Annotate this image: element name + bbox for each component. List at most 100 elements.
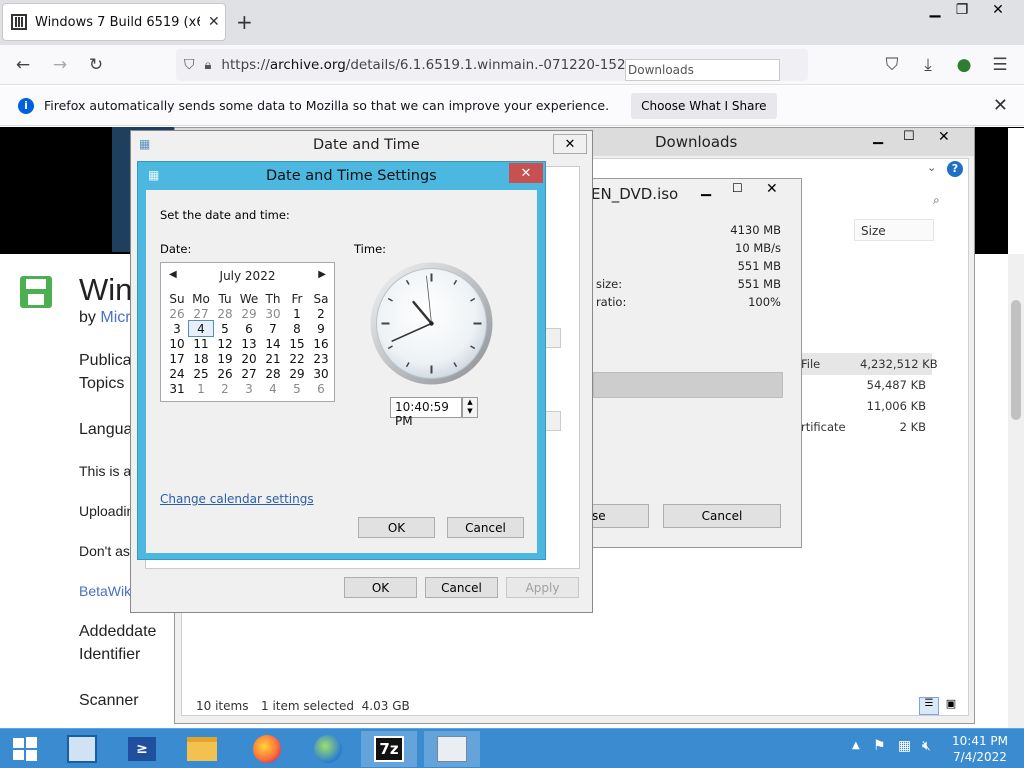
calendar-day[interactable]: 4 [261,381,285,396]
calendar-day[interactable]: 9 [309,321,333,336]
calendar-day[interactable]: 28 [213,306,237,321]
settings-ok-button[interactable]: OK [358,517,435,538]
calendar-day[interactable]: 7 [261,321,285,336]
help-icon[interactable]: ? [947,161,963,177]
calendar-day[interactable]: 30 [261,306,285,321]
page-scrollbar[interactable] [1008,254,1024,728]
close-window-icon[interactable]: ✕ [981,0,1015,20]
flag-icon[interactable]: ⚑ [873,738,886,754]
minimize-icon[interactable]: ▁ [873,130,883,145]
dialog-cancel-button[interactable]: Cancel [425,577,498,598]
change-calendar-settings-link[interactable]: Change calendar settings [160,492,314,506]
calendar-day[interactable]: 14 [261,336,285,351]
calendar-day[interactable]: 20 [237,351,261,366]
calendar-day[interactable]: 28 [261,366,285,381]
calendar-day[interactable]: 3 [237,381,261,396]
calendar-day[interactable]: 18 [189,351,213,366]
calendar-day[interactable]: 27 [237,366,261,381]
chevron-down-icon[interactable]: ⌄ [927,161,936,174]
calendar-day[interactable]: 26 [165,306,189,321]
calendar-day[interactable]: 16 [309,336,333,351]
start-button[interactable] [0,731,50,767]
reload-icon[interactable]: ↻ [83,53,109,77]
server-manager-icon[interactable] [54,731,110,767]
close-icon[interactable]: ✕ [766,181,778,197]
time-input[interactable]: 10:40:59 PM [390,397,462,428]
calendar-day[interactable]: 17 [165,351,189,366]
calendar-month-header[interactable]: July 2022 [161,269,334,283]
calendar-day[interactable]: 2 [213,381,237,396]
calendar-day[interactable]: 21 [261,351,285,366]
firefox-icon[interactable] [239,731,295,767]
speaker-muted-icon[interactable]: 🔇︎ [922,738,931,754]
new-tab-button[interactable]: + [236,10,253,34]
calendar-day[interactable]: 6 [237,321,261,336]
tiles-view-icon[interactable]: ▣ [942,697,960,715]
calendar-day[interactable]: 1 [285,306,309,321]
file-explorer-icon[interactable] [174,731,230,767]
minimize-icon[interactable]: ▁ [701,182,711,197]
lock-icon[interactable]: 🔒︎ [205,58,212,73]
back-arrow-icon[interactable]: ← [10,53,36,77]
taskbar-clock[interactable]: 10:41 PM 7/4/2022 [944,733,1016,765]
browser-tab[interactable]: Windows 7 Build 6519 (x64) : Mi ✕ [2,3,226,41]
show-hidden-icons-icon[interactable]: ▲ [852,740,860,751]
spin-up-icon[interactable]: ▲ [463,398,477,407]
dialog-apply-button[interactable]: Apply [506,577,579,598]
details-view-icon[interactable]: ☰ [919,697,939,715]
next-month-arrow-icon[interactable]: ▶ [318,269,326,280]
calendar-day[interactable]: 22 [285,351,309,366]
progress-cancel-button[interactable]: Cancel [663,504,781,528]
powershell-icon[interactable]: ≥ [114,731,170,767]
calendar-day[interactable]: 12 [213,336,237,351]
download-icon[interactable]: ⤓ [915,53,941,77]
tab-close-icon[interactable]: ✕ [208,14,220,30]
calendar-day[interactable]: 23 [309,351,333,366]
calendar-day[interactable]: 3 [165,321,189,336]
search-icon[interactable]: ⌕ [933,193,940,208]
close-icon[interactable]: ✕ [553,134,587,154]
spin-down-icon[interactable]: ▼ [463,407,477,416]
calendar-day[interactable]: 26 [213,366,237,381]
calendar-day[interactable]: 5 [285,381,309,396]
7zip-taskbar-button[interactable]: 7z [361,731,417,767]
shield-icon[interactable]: ⛉ [184,57,195,73]
close-icon[interactable]: ✕ [938,129,950,145]
maximize-icon[interactable]: ☐ [732,181,743,195]
dialog-ok-button[interactable]: OK [344,577,417,598]
calendar-day[interactable]: 25 [189,366,213,381]
calendar-day[interactable]: 1 [189,381,213,396]
forward-arrow-icon[interactable]: → [47,53,73,77]
calendar-day[interactable]: 4 [188,320,214,337]
date-time-taskbar-button[interactable] [424,731,480,767]
calendar-day[interactable]: 11 [189,336,213,351]
calendar-day[interactable]: 19 [213,351,237,366]
calendar-day[interactable]: 27 [189,306,213,321]
restore-icon[interactable]: ❐ [945,0,979,20]
calendar-day[interactable]: 29 [237,306,261,321]
calendar-day[interactable]: 31 [165,381,189,396]
extension-globe-icon[interactable]: ● [951,53,977,77]
calendar-day[interactable]: 2 [309,306,333,321]
hamburger-menu-icon[interactable]: ☰ [987,53,1013,77]
close-icon[interactable]: ✕ [509,163,543,183]
notification-close-icon[interactable]: ✕ [993,95,1008,116]
calendar-day[interactable]: 15 [285,336,309,351]
calendar-day[interactable]: 24 [165,366,189,381]
calendar-day[interactable]: 30 [309,366,333,381]
choose-what-i-share-button[interactable]: Choose What I Share [631,92,777,119]
calendar-day[interactable]: 13 [237,336,261,351]
betawiki-link[interactable]: BetaWik [79,583,131,599]
size-column-header[interactable]: Size [854,219,934,241]
calendar-day[interactable]: 29 [285,366,309,381]
calendar-day[interactable]: 10 [165,336,189,351]
calendar-day[interactable]: 8 [285,321,309,336]
calendar[interactable]: ◀ July 2022 ▶ Su Mo Tu We Th Fr Sa 26 27 28 29 30 1 2… [160,262,335,402]
network-icon[interactable]: ▦ [898,738,911,754]
settings-cancel-button[interactable]: Cancel [447,517,524,538]
calendar-day[interactable]: 6 [309,381,333,396]
network-globe-icon[interactable] [300,731,356,767]
time-spinner[interactable]: ▲ ▼ [462,397,478,418]
pocket-icon[interactable]: ⛉ [879,53,905,77]
maximize-icon[interactable]: ☐ [903,129,915,144]
